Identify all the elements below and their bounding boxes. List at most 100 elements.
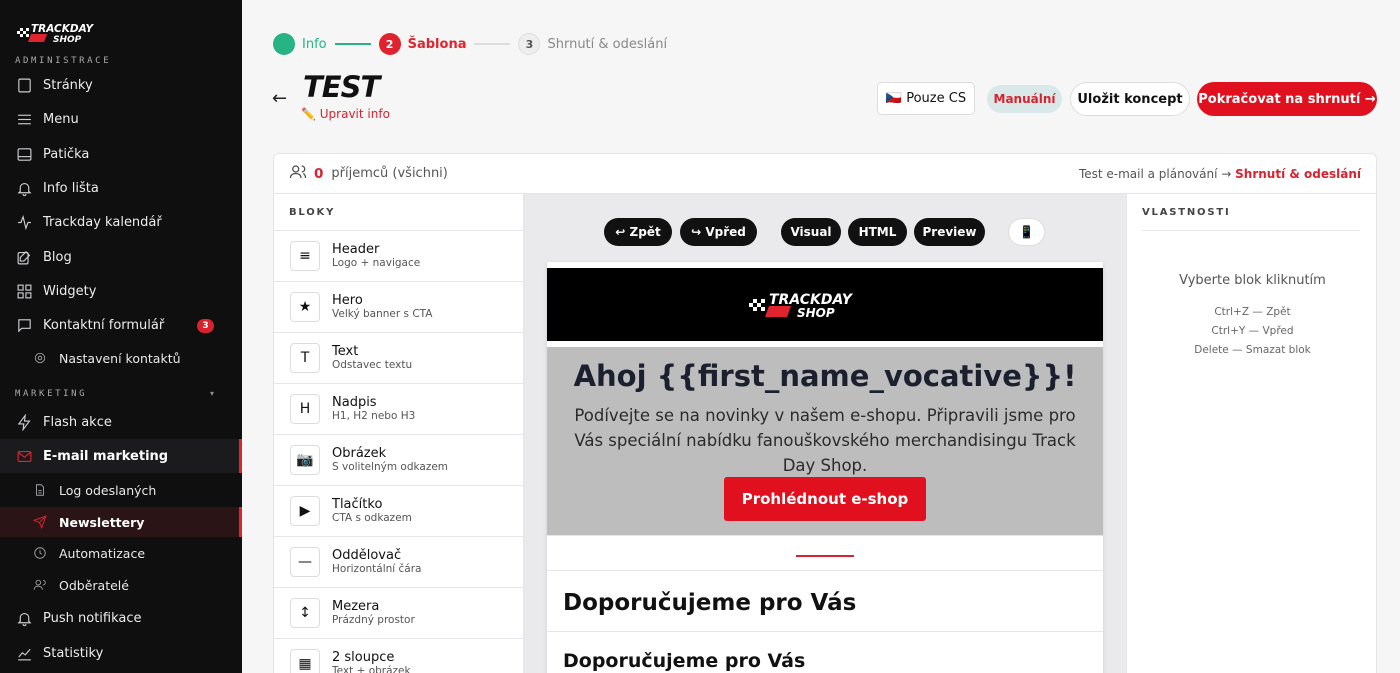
block-item[interactable]: ≡ Header Logo + navigace [274, 231, 523, 282]
step-1-label[interactable]: Info [302, 37, 327, 52]
block-name: Tlačítko [332, 497, 383, 512]
svg-text:TRACKDAY: TRACKDAY [31, 23, 95, 35]
email-header-block[interactable]: TRACKDAY SHOP [547, 268, 1103, 341]
edit-info-link[interactable]: ✏️ Upravit info [301, 107, 390, 121]
step-2-number[interactable]: 2 [378, 33, 401, 55]
sidebar-item-statistics[interactable]: Statistiky [0, 636, 242, 670]
email-preview: TRACKDAY SHOP Ahoj {{first_name_vocative… [547, 262, 1103, 673]
block-item[interactable]: T Text Odstavec textu [274, 333, 523, 384]
manual-mode-badge[interactable]: Manuální [987, 85, 1062, 113]
block-item[interactable]: ▶ Tlačítko CTA s odkazem [274, 486, 523, 537]
block-desc: Text + obrázek [332, 665, 411, 673]
sidebar-item-footer[interactable]: Patička [0, 137, 242, 171]
sidebar-item-label: Flash akce [43, 414, 112, 430]
block-desc: Velký banner s CTA [332, 308, 433, 320]
sidebar-item-info-bar[interactable]: Info lišta [0, 171, 242, 205]
email-heading-block[interactable]: Doporučujeme pro Vás [563, 590, 856, 616]
sidebar-item-email-marketing[interactable]: E-mail marketing [0, 439, 242, 473]
block-desc: CTA s odkazem [332, 512, 412, 524]
block-name: Obrázek [332, 446, 387, 461]
sidebar-item-label: Blog [43, 249, 72, 265]
contact-form-badge: 3 [197, 319, 214, 333]
block-item[interactable]: 📷 Obrázek S volitelným odkazem [274, 435, 523, 486]
block-desc: Odstavec textu [332, 359, 413, 371]
language-button[interactable]: 🇨🇿 Pouze CS [877, 82, 975, 115]
sidebar-item-widgets[interactable]: Widgety [0, 274, 242, 308]
sidebar: TRACKDAY SHOP ADMINISTRACE Stránky Menu … [0, 0, 242, 673]
html-mode-button[interactable]: HTML [848, 218, 907, 246]
block-name: Nadpis [332, 395, 377, 410]
continue-to-summary-button[interactable]: Pokračovat na shrnutí → [1197, 82, 1377, 116]
summary-hint: Test e-mail a plánování → Shrnutí & odes… [1079, 167, 1361, 181]
undo-button[interactable]: ↩ Zpět [604, 218, 672, 246]
sidebar-subitem-label: Automatizace [59, 545, 146, 561]
message-icon [15, 316, 33, 334]
block-item[interactable]: H Nadpis H1, H2 nebo H3 [274, 384, 523, 435]
hero-text: Podívejte se na novinky v našem e-shopu.… [574, 406, 1076, 475]
recipient-label: příjemců (všichni) [331, 166, 448, 181]
preview-mode-button[interactable]: Preview [914, 218, 985, 246]
block-item[interactable]: ↕ Mezera Prázdný prostor [274, 588, 523, 639]
block-item[interactable]: — Oddělovač Horizontální čára [274, 537, 523, 588]
step-3-label[interactable]: Shrnutí & odeslání [547, 37, 667, 52]
block-desc: H1, H2 nebo H3 [332, 410, 416, 422]
sidebar-subitem-sent-log[interactable]: Log odeslaných [0, 475, 242, 505]
sidebar-item-pages[interactable]: Stránky [0, 68, 242, 102]
save-draft-button[interactable]: Uložit koncept [1070, 82, 1190, 116]
sidebar-subitem-automation[interactable]: Automatizace [0, 538, 242, 568]
divider-line [547, 570, 1103, 571]
sidebar-item-trackday-calendar[interactable]: Trackday kalendář [0, 205, 242, 239]
block-desc: Prázdný prostor [332, 614, 415, 626]
hero-cta-button[interactable]: Prohlédnout e-shop [724, 477, 926, 521]
block-icon: ★ [290, 292, 320, 322]
sidebar-subitem-subscribers[interactable]: Odběratelé [0, 570, 242, 600]
sidebar-item-label: E-mail marketing [43, 448, 169, 464]
block-item[interactable]: ★ Hero Velký banner s CTA [274, 282, 523, 333]
sidebar-item-label: Push notifikace [43, 610, 142, 626]
redo-button[interactable]: ↪ Vpřed [680, 218, 757, 246]
bell-icon [15, 179, 33, 197]
back-arrow-icon[interactable]: ← [272, 88, 287, 109]
hero-title: Ahoj {{first_name_vocative}}! [573, 359, 1077, 393]
svg-text:SHOP: SHOP [53, 35, 82, 44]
sidebar-item-push-notifications[interactable]: Push notifikace [0, 601, 242, 635]
trackday-shop-logo[interactable]: TRACKDAY SHOP [17, 22, 129, 44]
step-3-number[interactable]: 3 [518, 33, 541, 55]
sidebar-item-blog[interactable]: Blog [0, 240, 242, 274]
step-2-label[interactable]: Šablona [408, 37, 467, 52]
block-name: 2 sloupce [332, 650, 395, 665]
block-text: Text Odstavec textu [332, 344, 412, 372]
admin-label: ADMINISTRACE [15, 56, 112, 66]
menu-icon [15, 110, 33, 128]
footer-icon [15, 145, 33, 163]
block-desc: Logo + navigace [332, 257, 421, 269]
divider-block[interactable] [796, 555, 854, 557]
block-text: 2 sloupce Text + obrázek [332, 650, 411, 673]
sidebar-subitem-newsletters[interactable]: Newslettery [0, 507, 242, 537]
blocks-panel: BLOKY ≡ Header Logo + navigace ★ Hero Velký b… [273, 194, 524, 673]
block-icon: ≡ [290, 241, 320, 271]
recipient-count: 0 [314, 165, 324, 182]
summary-link[interactable]: Shrnutí & odeslání [1235, 167, 1361, 181]
properties-hint: Vyberte blok kliknutím [1179, 273, 1326, 288]
sidebar-item-label: Trackday kalendář [43, 214, 162, 230]
sidebar-item-label: Info lišta [43, 180, 99, 196]
block-text: Nadpis H1, H2 nebo H3 [332, 395, 415, 423]
block-item[interactable]: ▦ 2 sloupce Text + obrázek [274, 639, 523, 673]
sidebar-item-flash-deals[interactable]: Flash akce [0, 405, 242, 439]
gear-icon [33, 351, 47, 365]
mobile-preview-button[interactable]: 📱 [1008, 218, 1045, 246]
email-hero-block[interactable]: Ahoj {{first_name_vocative}}! Podívejte … [547, 347, 1103, 535]
summary-hint-text: Test e-mail a plánování → [1078, 166, 1232, 181]
email-heading-block[interactable]: Doporučujeme pro Vás [563, 650, 805, 672]
sidebar-item-menu[interactable]: Menu [0, 102, 242, 136]
chevron-down-icon[interactable]: ▾ [210, 389, 214, 398]
block-desc: S volitelným odkazem [332, 461, 449, 473]
sidebar-subitem-contact-settings[interactable]: Nastavení kontaktů [0, 343, 242, 373]
block-text: Tlačítko CTA s odkazem [332, 497, 412, 525]
bell-icon [15, 609, 33, 627]
visual-mode-button[interactable]: Visual [781, 218, 841, 246]
shortcut-redo: Ctrl+Y — Vpřed [1211, 325, 1294, 337]
step-1-check[interactable] [273, 33, 295, 55]
block-icon: 📷 [290, 445, 320, 475]
